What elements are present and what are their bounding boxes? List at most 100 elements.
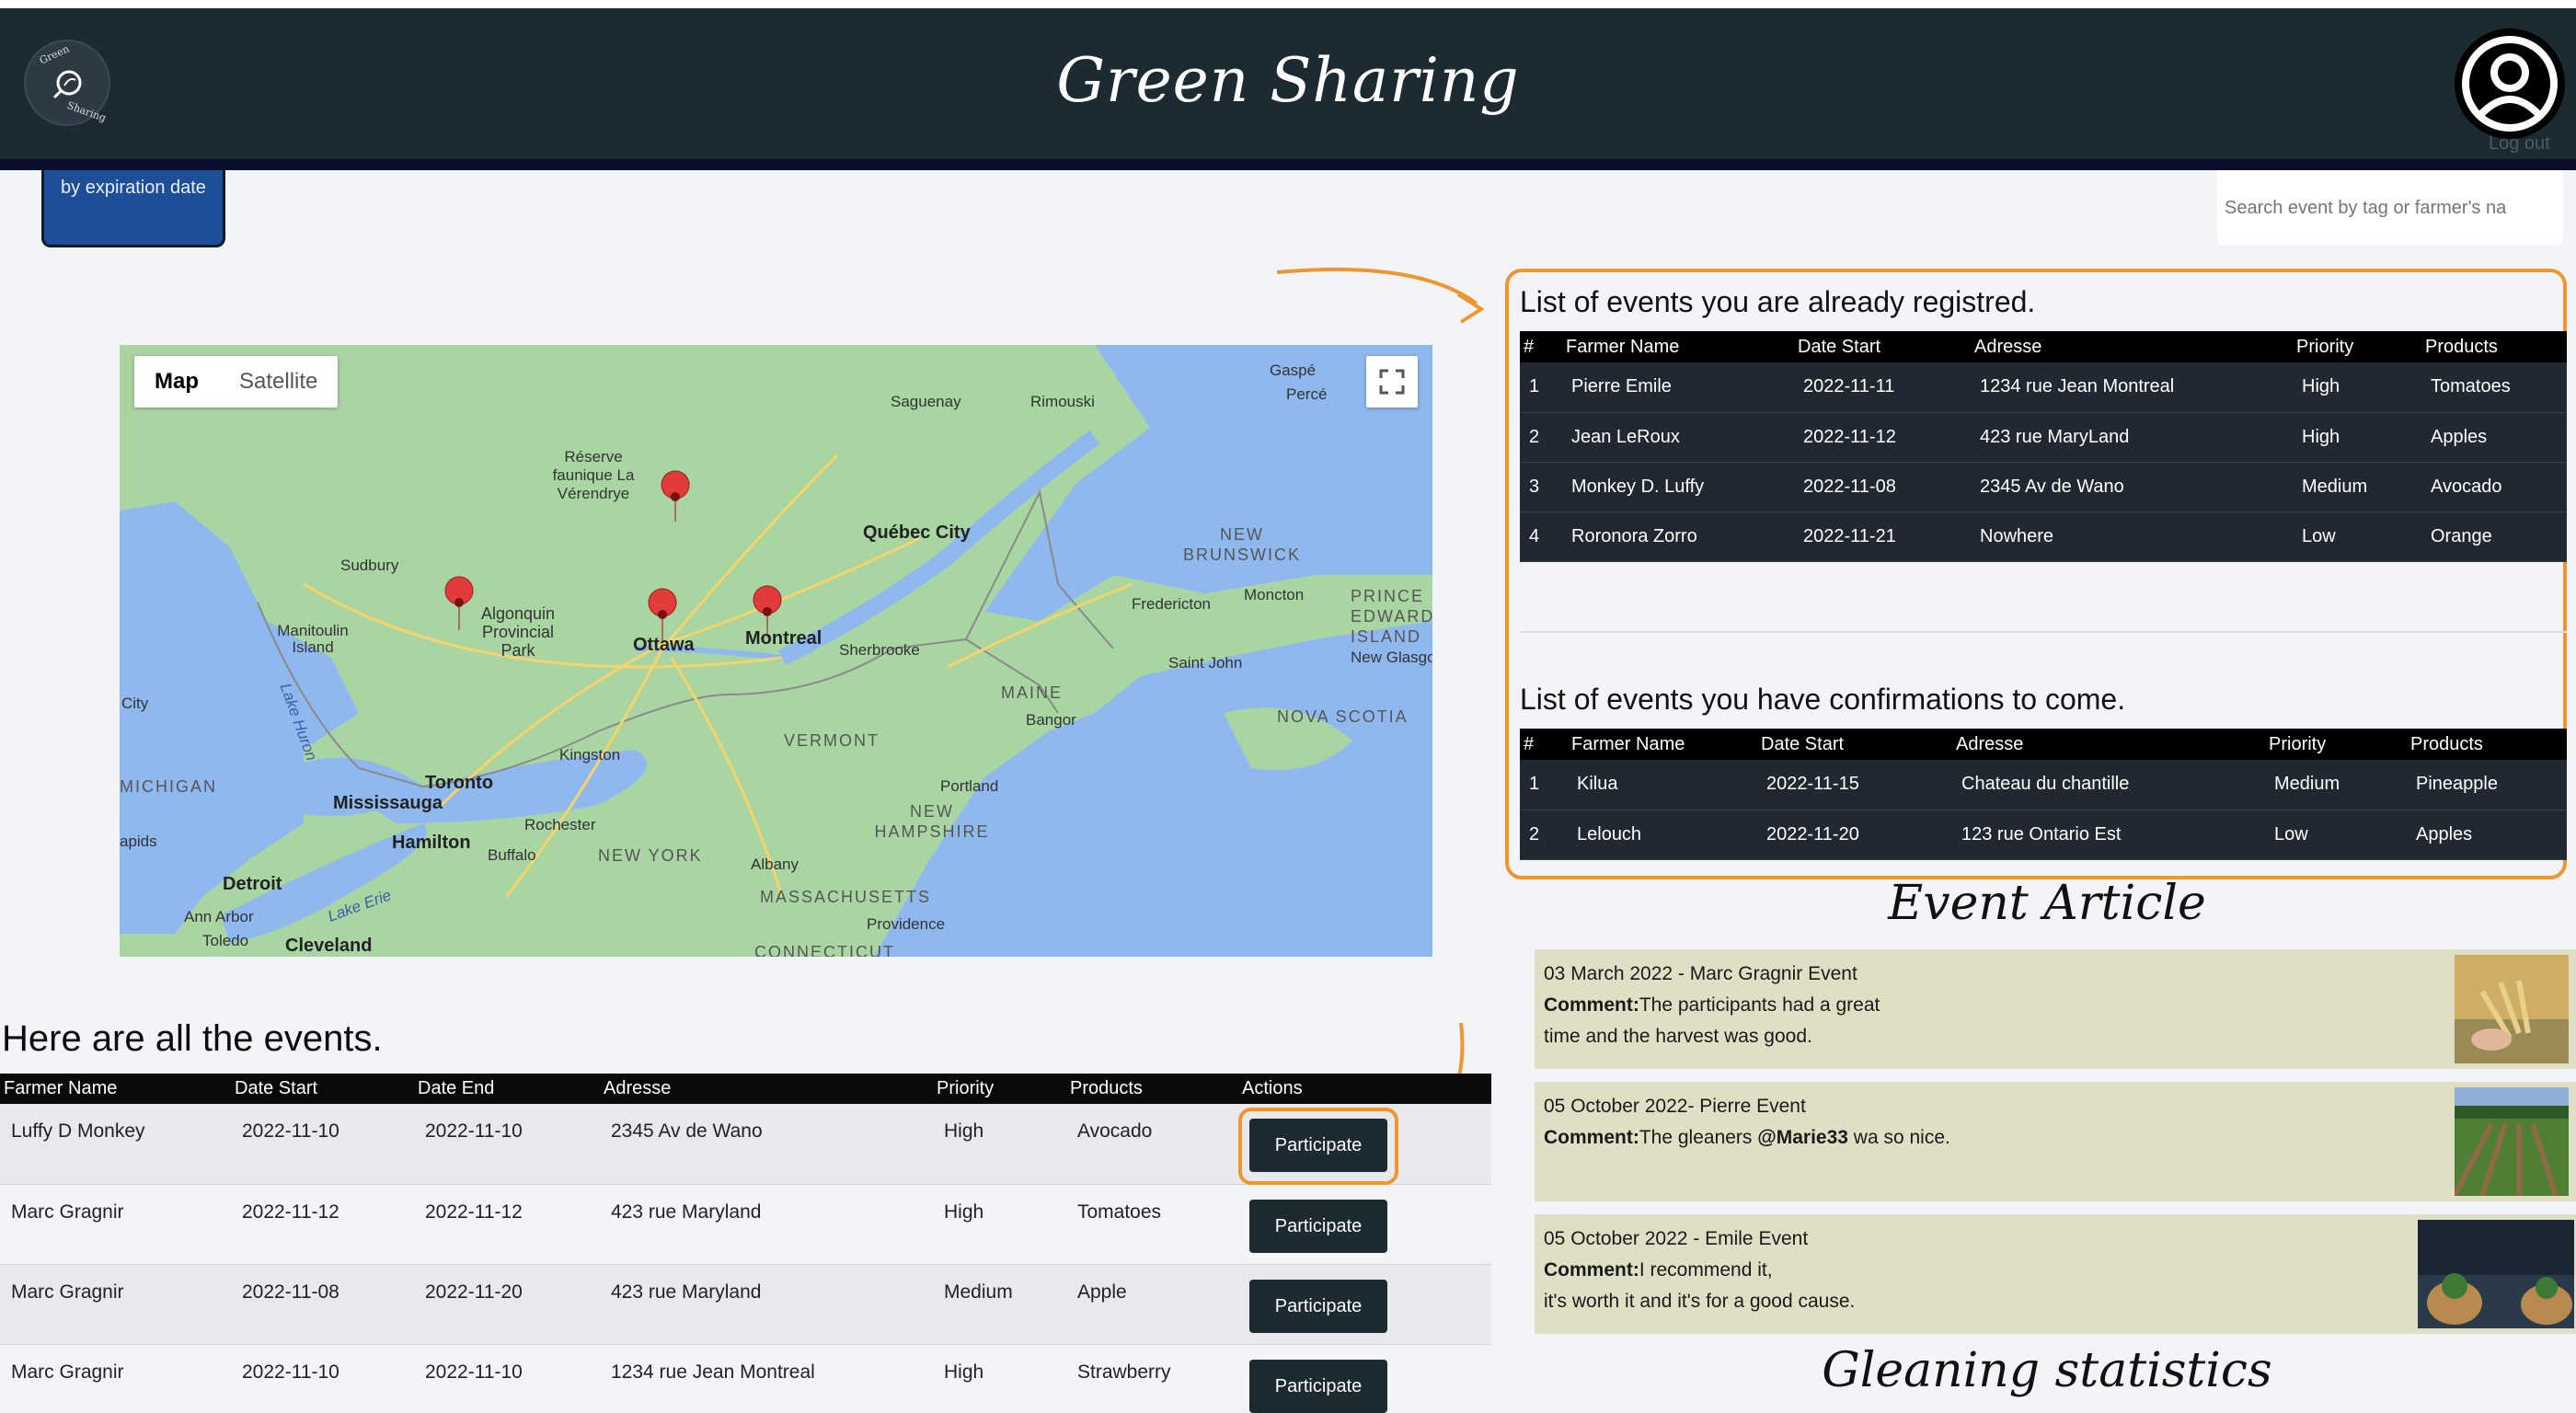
logout-link[interactable]: Log out xyxy=(2489,133,2550,155)
participate-button[interactable]: Participate xyxy=(1249,1279,1387,1333)
produce-truck-photo xyxy=(2418,1220,2574,1328)
cell-address: Chateau du chantille xyxy=(1952,760,2265,810)
cell-address: 423 rue Maryland xyxy=(600,1184,933,1265)
map-label-moncton: Moncton xyxy=(1244,586,1305,603)
article-card[interactable]: 05 October 2022- Pierre Event Comment:Th… xyxy=(1535,1082,2576,1201)
mention-link[interactable]: @Marie33 xyxy=(1757,1127,1848,1148)
comment-text: The participants had a great xyxy=(1639,994,1880,1016)
map-label-hamilton: Hamilton xyxy=(392,833,471,853)
cell-priority: Medium xyxy=(2293,462,2421,512)
comment-text: I recommend it, xyxy=(1639,1259,1773,1281)
map-label-montreal: Montreal xyxy=(745,628,822,649)
map-label-maine: MAINE xyxy=(1001,684,1064,702)
cell-priority: High xyxy=(2293,362,2421,413)
col-number: # xyxy=(1520,331,1562,362)
map-label-quebec: Québec City xyxy=(863,523,971,543)
map-label-new-brunswick: NEW BRUNSWICK xyxy=(1182,525,1301,564)
cell-product: Orange xyxy=(2421,511,2567,562)
cell-priority: High xyxy=(933,1344,1066,1413)
table-row: 2 Lelouch 2022-11-20 123 rue Ontario Est… xyxy=(1520,810,2567,860)
article-card[interactable]: 03 March 2022 - Marc Gragnir Event Comme… xyxy=(1535,949,2576,1069)
map-tab-button[interactable]: Map xyxy=(134,356,219,408)
satellite-tab-button[interactable]: Satellite xyxy=(219,356,338,408)
confirmations-table-header: # Farmer Name Date Start Adresse Priorit… xyxy=(1520,729,2567,760)
map-label-buffalo: Buffalo xyxy=(488,846,536,864)
participate-button[interactable]: Participate xyxy=(1249,1359,1387,1413)
cell-farmer: Marc Gragnir xyxy=(0,1344,231,1413)
col-farmer-name: Farmer Name xyxy=(1568,729,1757,760)
cell-start: 2022-11-08 xyxy=(231,1264,414,1345)
col-products: Products xyxy=(2421,331,2567,362)
map-label-portland: Portland xyxy=(940,777,999,795)
cell-address: 123 rue Ontario Est xyxy=(1952,810,2265,860)
table-row: Marc Gragnir 2022-11-10 2022-11-10 1234 … xyxy=(0,1344,1491,1413)
map-label-city: City xyxy=(121,695,149,712)
col-priority: Priority xyxy=(2265,729,2407,760)
cell-product: Pineapple xyxy=(2407,760,2567,810)
col-farmer-name: Farmer Name xyxy=(0,1074,231,1104)
map-label-saint-john: Saint John xyxy=(1168,654,1243,672)
article-comment: Comment:I recommend it, xyxy=(1544,1255,2372,1286)
comment-label: Comment: xyxy=(1544,994,1639,1016)
map-label-pei: PRINCE EDWARD ISLAND xyxy=(1351,587,1432,646)
article-comment: Comment:The gleaners @Marie33 wa so nice… xyxy=(1544,1122,2372,1154)
map-label-ann-arbor: Ann Arbor xyxy=(184,908,254,925)
cell-product: Avocado xyxy=(2421,462,2567,512)
confirmations-heading: List of events you have confirmations to… xyxy=(1520,683,2126,716)
col-date-start: Date Start xyxy=(1757,729,1952,760)
fullscreen-button[interactable] xyxy=(1366,356,1418,408)
map-label-saguenay: Saguenay xyxy=(891,393,961,410)
table-row: 4 Roronora Zorro 2022-11-21 Nowhere Low … xyxy=(1520,511,2567,562)
cell-priority: High xyxy=(933,1184,1066,1265)
cell-product: Strawberry xyxy=(1066,1344,1238,1413)
cell-end: 2022-11-10 xyxy=(414,1344,600,1413)
table-row: Luffy D Monkey 2022-11-10 2022-11-10 234… xyxy=(0,1104,1491,1185)
comment-text-line2: it's worth it and it's for a good cause. xyxy=(1544,1291,1856,1312)
participate-button[interactable]: Participate xyxy=(1249,1199,1387,1253)
cell-address: 2345 Av de Wano xyxy=(1971,462,2293,512)
registered-heading: List of events you are already registred… xyxy=(1520,285,2036,318)
cell-farmer: Jean LeRoux xyxy=(1562,412,1794,463)
map-label-mississauga: Mississauga xyxy=(333,793,443,813)
registered-events-table: # Farmer Name Date Start Adresse Priorit… xyxy=(1520,331,2567,562)
highlight-annotation xyxy=(1238,1108,1398,1185)
map-label-vermont: VERMONT xyxy=(784,731,880,750)
map-type-toggle: Map Satellite xyxy=(134,356,339,408)
fullscreen-icon xyxy=(1379,369,1405,395)
map-label-ottawa: Ottawa xyxy=(633,635,695,655)
sort-by-expiration-button[interactable]: by expiration date xyxy=(41,170,225,247)
cell-farmer: Marc Gragnir xyxy=(0,1184,231,1265)
registered-table-header: # Farmer Name Date Start Adresse Priorit… xyxy=(1520,331,2567,362)
map-label-manitoulin: Manitoulin Island xyxy=(277,622,349,656)
cell-product: Tomatoes xyxy=(1066,1184,1238,1265)
farm-field-photo xyxy=(2455,1087,2569,1196)
map-label-connecticut: CONNECTICUT xyxy=(754,943,895,957)
cell-actions: Participate xyxy=(1238,1264,1491,1345)
article-title: 05 October 2022- Pierre Event xyxy=(1544,1096,1806,1117)
article-title: 05 October 2022 - Emile Event xyxy=(1544,1228,1809,1249)
map-label-new-hampshire: NEW HAMPSHIRE xyxy=(874,802,990,841)
map-label-cleveland: Cleveland xyxy=(285,936,373,956)
map-label-apids: apids xyxy=(120,833,157,850)
confirmations-table: # Farmer Name Date Start Adresse Priorit… xyxy=(1520,729,2567,860)
page-title: Green Sharing xyxy=(1056,45,1520,116)
top-strip xyxy=(0,0,2576,8)
all-events-table: Farmer Name Date Start Date End Adresse … xyxy=(0,1074,1491,1413)
cell-start: 2022-11-10 xyxy=(231,1104,414,1185)
comment-label: Comment: xyxy=(1544,1259,1639,1281)
article-text: 05 October 2022 - Emile Event Comment:I … xyxy=(1544,1223,2372,1317)
cell-start: 2022-11-21 xyxy=(1794,511,1971,562)
col-actions: Actions xyxy=(1238,1074,1491,1104)
table-row: Marc Gragnir 2022-11-08 2022-11-20 423 r… xyxy=(0,1264,1491,1345)
cell-priority: Medium xyxy=(933,1264,1066,1345)
map-label-fredericton: Fredericton xyxy=(1132,595,1211,613)
map-label-detroit: Detroit xyxy=(223,874,282,894)
events-map[interactable]: Gaspé Percé Saguenay Rimouski Réserve fa… xyxy=(120,345,1432,957)
cell-priority: Low xyxy=(2265,810,2407,860)
map-label-reserve: Réserve faunique La Vérendrye xyxy=(552,448,635,502)
cell-farmer: Pierre Emile xyxy=(1562,362,1794,413)
article-card[interactable]: 05 October 2022 - Emile Event Comment:I … xyxy=(1535,1214,2576,1334)
comment-label: Comment: xyxy=(1544,1127,1639,1148)
user-account-button[interactable] xyxy=(2455,29,2565,139)
search-input[interactable] xyxy=(2217,170,2563,246)
